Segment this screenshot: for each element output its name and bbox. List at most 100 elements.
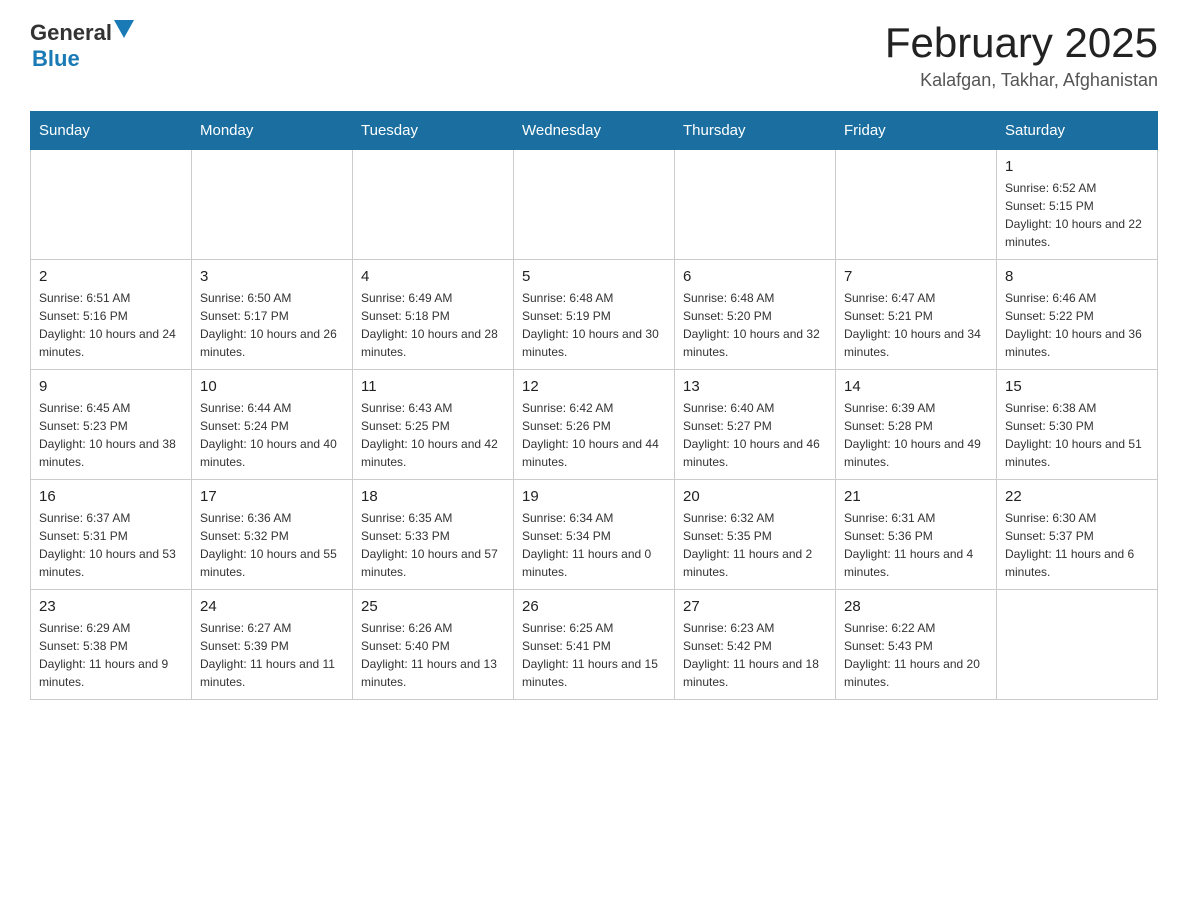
calendar-cell: 8 Sunrise: 6:46 AM Sunset: 5:22 PM Daylig…	[997, 260, 1158, 370]
calendar-cell: 14 Sunrise: 6:39 AM Sunset: 5:28 PM Dayli…	[836, 370, 997, 480]
day-number: 18	[361, 488, 505, 505]
calendar-cell: 13 Sunrise: 6:40 AM Sunset: 5:27 PM Dayli…	[675, 370, 836, 480]
day-info: Sunrise: 6:45 AM Sunset: 5:23 PM Dayligh…	[39, 399, 183, 471]
day-info: Sunrise: 6:29 AM Sunset: 5:38 PM Dayligh…	[39, 619, 183, 691]
calendar-cell: 17Sunrise: 6:36 AM Sunset: 5:32 PM Dayli…	[192, 480, 353, 590]
day-number: 26	[522, 598, 666, 615]
calendar-week-row: 16 Sunrise: 6:37 AM Sunset: 5:31 PM Dayli…	[31, 480, 1158, 590]
day-info: Sunrise: 6:23 AM Sunset: 5:42 PM Dayligh…	[683, 619, 827, 691]
day-number: 5	[522, 268, 666, 285]
logo: General Blue	[30, 20, 134, 72]
day-info: Sunrise: 6:48 AM Sunset: 5:19 PM Dayligh…	[522, 289, 666, 361]
calendar-cell: 21Sunrise: 6:31 AM Sunset: 5:36 PM Dayli…	[836, 480, 997, 590]
calendar-cell	[353, 150, 514, 260]
calendar-cell: 18Sunrise: 6:35 AM Sunset: 5:33 PM Dayli…	[353, 480, 514, 590]
day-info: Sunrise: 6:30 AM Sunset: 5:37 PM Dayligh…	[1005, 509, 1149, 581]
calendar-header-row: SundayMondayTuesdayWednesdayThursdayFrid…	[31, 112, 1158, 150]
calendar-title: February 2025	[885, 20, 1158, 66]
day-info: Sunrise: 6:47 AM Sunset: 5:21 PM Dayligh…	[844, 289, 988, 361]
day-number: 12	[522, 378, 666, 395]
title-section: February 2025 Kalafgan, Takhar, Afghanis…	[885, 20, 1158, 91]
day-number: 16	[39, 488, 183, 505]
calendar-cell: 4Sunrise: 6:49 AM Sunset: 5:18 PM Daylig…	[353, 260, 514, 370]
day-info: Sunrise: 6:40 AM Sunset: 5:27 PM Dayligh…	[683, 399, 827, 471]
calendar-cell: 10 Sunrise: 6:44 AM Sunset: 5:24 PM Dayli…	[192, 370, 353, 480]
day-info: Sunrise: 6:39 AM Sunset: 5:28 PM Dayligh…	[844, 399, 988, 471]
calendar-cell	[675, 150, 836, 260]
calendar-subtitle: Kalafgan, Takhar, Afghanistan	[885, 70, 1158, 91]
calendar-table: SundayMondayTuesdayWednesdayThursdayFrid…	[30, 111, 1158, 700]
header-monday: Monday	[192, 112, 353, 150]
calendar-cell: 16 Sunrise: 6:37 AM Sunset: 5:31 PM Dayli…	[31, 480, 192, 590]
calendar-week-row: 23 Sunrise: 6:29 AM Sunset: 5:38 PM Dayli…	[31, 590, 1158, 700]
calendar-cell: 5 Sunrise: 6:48 AM Sunset: 5:19 PM Daylig…	[514, 260, 675, 370]
calendar-cell: 20 Sunrise: 6:32 AM Sunset: 5:35 PM Dayli…	[675, 480, 836, 590]
calendar-cell: 26 Sunrise: 6:25 AM Sunset: 5:41 PM Dayli…	[514, 590, 675, 700]
day-number: 15	[1005, 378, 1149, 395]
day-number: 6	[683, 268, 827, 285]
day-number: 2	[39, 268, 183, 285]
day-info: Sunrise: 6:51 AM Sunset: 5:16 PM Dayligh…	[39, 289, 183, 361]
calendar-cell: 11 Sunrise: 6:43 AM Sunset: 5:25 PM Dayli…	[353, 370, 514, 480]
day-number: 13	[683, 378, 827, 395]
page-header: General Blue February 2025 Kalafgan, Tak…	[30, 20, 1158, 91]
calendar-cell: 1Sunrise: 6:52 AM Sunset: 5:15 PM Daylig…	[997, 150, 1158, 260]
day-info: Sunrise: 6:32 AM Sunset: 5:35 PM Dayligh…	[683, 509, 827, 581]
day-info: Sunrise: 6:44 AM Sunset: 5:24 PM Dayligh…	[200, 399, 344, 471]
day-number: 8	[1005, 268, 1149, 285]
calendar-cell: 19 Sunrise: 6:34 AM Sunset: 5:34 PM Dayli…	[514, 480, 675, 590]
header-tuesday: Tuesday	[353, 112, 514, 150]
calendar-cell: 7 Sunrise: 6:47 AM Sunset: 5:21 PM Daylig…	[836, 260, 997, 370]
day-number: 20	[683, 488, 827, 505]
day-number: 25	[361, 598, 505, 615]
calendar-cell: 2 Sunrise: 6:51 AM Sunset: 5:16 PM Daylig…	[31, 260, 192, 370]
day-number: 23	[39, 598, 183, 615]
calendar-cell	[836, 150, 997, 260]
day-info: Sunrise: 6:48 AM Sunset: 5:20 PM Dayligh…	[683, 289, 827, 361]
calendar-cell: 22 Sunrise: 6:30 AM Sunset: 5:37 PM Dayli…	[997, 480, 1158, 590]
day-info: Sunrise: 6:42 AM Sunset: 5:26 PM Dayligh…	[522, 399, 666, 471]
day-info: Sunrise: 6:31 AM Sunset: 5:36 PM Dayligh…	[844, 509, 988, 581]
calendar-cell: 12 Sunrise: 6:42 AM Sunset: 5:26 PM Dayli…	[514, 370, 675, 480]
calendar-week-row: 9Sunrise: 6:45 AM Sunset: 5:23 PM Daylig…	[31, 370, 1158, 480]
logo-blue-text: Blue	[32, 46, 80, 71]
header-sunday: Sunday	[31, 112, 192, 150]
header-thursday: Thursday	[675, 112, 836, 150]
day-info: Sunrise: 6:38 AM Sunset: 5:30 PM Dayligh…	[1005, 399, 1149, 471]
calendar-cell: 27 Sunrise: 6:23 AM Sunset: 5:42 PM Dayli…	[675, 590, 836, 700]
day-info: Sunrise: 6:46 AM Sunset: 5:22 PM Dayligh…	[1005, 289, 1149, 361]
calendar-cell: 15 Sunrise: 6:38 AM Sunset: 5:30 PM Dayli…	[997, 370, 1158, 480]
calendar-cell	[997, 590, 1158, 700]
day-number: 24	[200, 598, 344, 615]
day-info: Sunrise: 6:25 AM Sunset: 5:41 PM Dayligh…	[522, 619, 666, 691]
day-number: 22	[1005, 488, 1149, 505]
day-info: Sunrise: 6:37 AM Sunset: 5:31 PM Dayligh…	[39, 509, 183, 581]
day-number: 11	[361, 378, 505, 395]
day-number: 14	[844, 378, 988, 395]
calendar-cell	[31, 150, 192, 260]
header-friday: Friday	[836, 112, 997, 150]
calendar-week-row: 1Sunrise: 6:52 AM Sunset: 5:15 PM Daylig…	[31, 150, 1158, 260]
calendar-cell: 6 Sunrise: 6:48 AM Sunset: 5:20 PM Daylig…	[675, 260, 836, 370]
day-info: Sunrise: 6:26 AM Sunset: 5:40 PM Dayligh…	[361, 619, 505, 691]
header-wednesday: Wednesday	[514, 112, 675, 150]
header-saturday: Saturday	[997, 112, 1158, 150]
day-number: 10	[200, 378, 344, 395]
day-info: Sunrise: 6:27 AM Sunset: 5:39 PM Dayligh…	[200, 619, 344, 691]
day-number: 28	[844, 598, 988, 615]
day-number: 17	[200, 488, 344, 505]
calendar-cell: 23 Sunrise: 6:29 AM Sunset: 5:38 PM Dayli…	[31, 590, 192, 700]
calendar-cell: 25 Sunrise: 6:26 AM Sunset: 5:40 PM Dayli…	[353, 590, 514, 700]
logo-triangle-icon	[114, 20, 134, 38]
calendar-cell: 3Sunrise: 6:50 AM Sunset: 5:17 PM Daylig…	[192, 260, 353, 370]
day-number: 27	[683, 598, 827, 615]
day-number: 19	[522, 488, 666, 505]
calendar-cell: 9Sunrise: 6:45 AM Sunset: 5:23 PM Daylig…	[31, 370, 192, 480]
calendar-cell: 24 Sunrise: 6:27 AM Sunset: 5:39 PM Dayli…	[192, 590, 353, 700]
day-info: Sunrise: 6:52 AM Sunset: 5:15 PM Dayligh…	[1005, 179, 1149, 251]
day-info: Sunrise: 6:34 AM Sunset: 5:34 PM Dayligh…	[522, 509, 666, 581]
calendar-week-row: 2 Sunrise: 6:51 AM Sunset: 5:16 PM Daylig…	[31, 260, 1158, 370]
day-number: 7	[844, 268, 988, 285]
calendar-cell	[192, 150, 353, 260]
day-info: Sunrise: 6:43 AM Sunset: 5:25 PM Dayligh…	[361, 399, 505, 471]
